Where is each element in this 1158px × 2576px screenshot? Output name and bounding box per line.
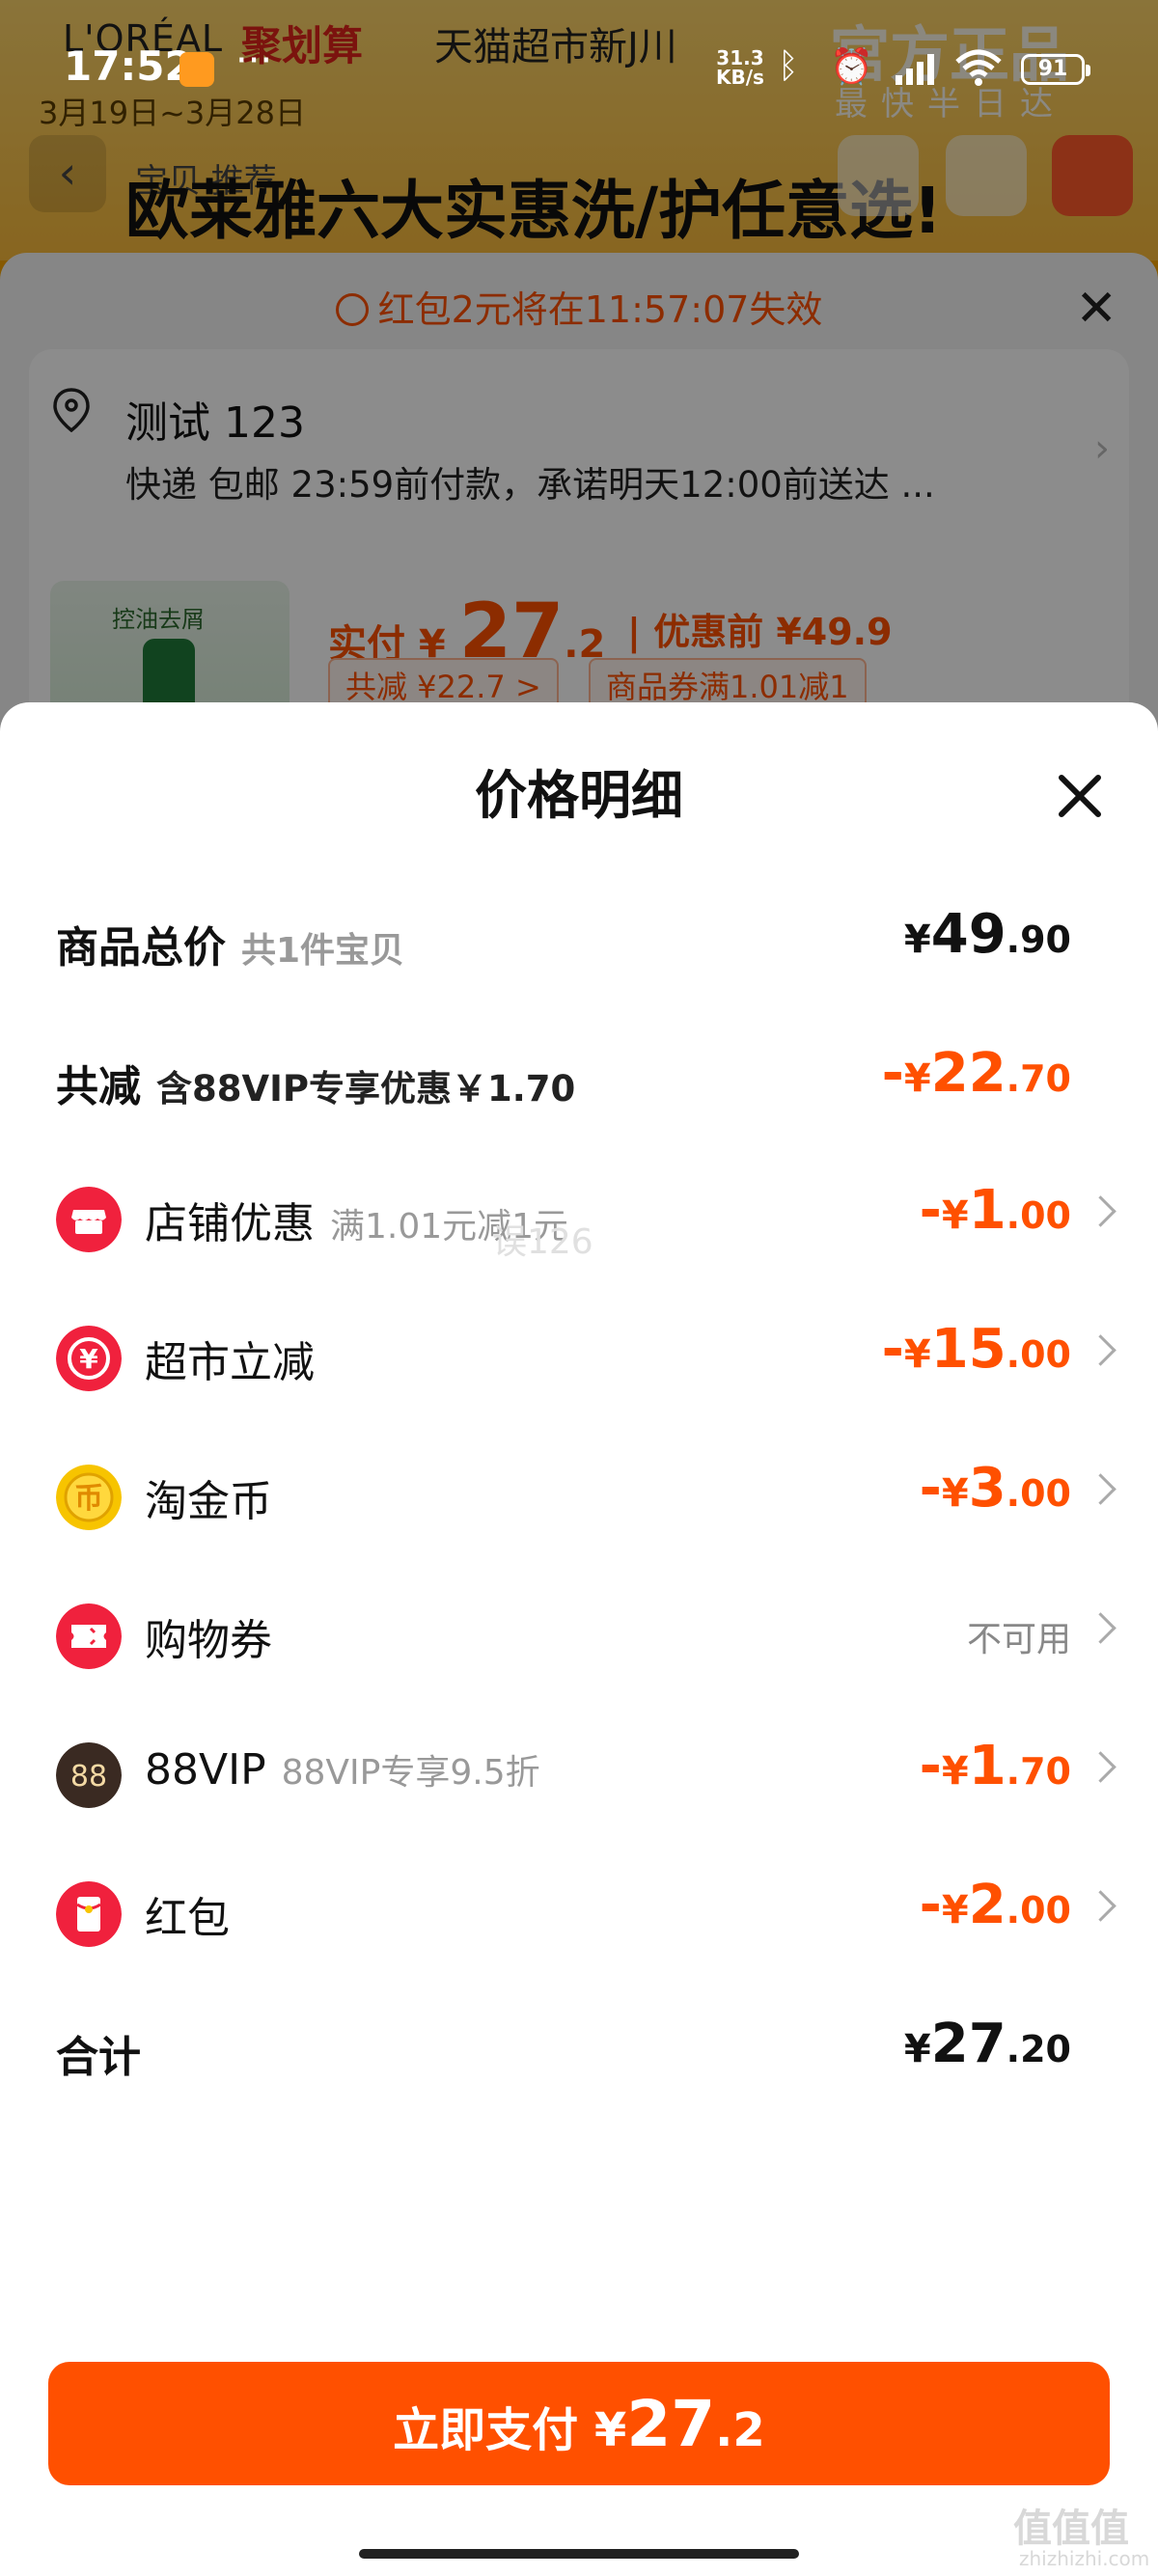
- pay-button-label: 立即支付 ¥27.2: [393, 2387, 765, 2461]
- close-icon[interactable]: [1054, 770, 1106, 822]
- pay-now-button[interactable]: 立即支付 ¥27.2: [48, 2362, 1110, 2485]
- svg-text:¥: ¥: [79, 1343, 98, 1375]
- row-supermarket-discount[interactable]: ¥ 超市立减 -¥15.00: [56, 1318, 1117, 1395]
- alarm-off-icon: ⏰: [830, 47, 873, 87]
- row-label: 红包: [145, 1894, 230, 1943]
- site-watermark-domain: zhizhizhi.com: [1019, 2547, 1150, 2570]
- ticket-icon: [56, 1603, 122, 1669]
- row-total-discount: 共减 含88VIP专享优惠￥1.70 -¥22.70: [56, 1042, 1108, 1119]
- row-amount: -¥3.00: [919, 1457, 1071, 1520]
- signal-icon: [896, 54, 934, 85]
- chevron-right-icon: [1085, 1473, 1117, 1505]
- row-label: 合计: [56, 2033, 141, 2082]
- row-88vip[interactable]: 88 88VIP 88VIP专享9.5折 -¥1.70: [56, 1735, 1117, 1812]
- svg-text:币: 币: [74, 1482, 103, 1516]
- row-amount: -¥15.00: [881, 1318, 1071, 1381]
- row-label: 超市立减: [145, 1338, 315, 1387]
- network-speed: 31.3 KB/s: [716, 46, 764, 89]
- clock-time: 17:52: [64, 42, 193, 90]
- row-grand-total: 合计 ¥27.20: [56, 2013, 1108, 2090]
- yuan-coin-icon: ¥: [56, 1326, 122, 1391]
- sheet-title: 价格明细: [475, 765, 683, 826]
- row-amount: ¥49.90: [903, 903, 1071, 966]
- row-taojinbi[interactable]: 币 淘金币 -¥3.00: [56, 1457, 1117, 1534]
- row-amount: ¥27.20: [903, 2013, 1071, 2075]
- chevron-right-icon: [1085, 1751, 1117, 1783]
- overlay-watermark-text: 误126: [492, 1222, 593, 1262]
- row-total-price: 商品总价 共1件宝贝 ¥49.90: [56, 903, 1108, 980]
- red-packet-icon: [56, 1881, 122, 1947]
- home-indicator[interactable]: [359, 2549, 799, 2559]
- chevron-right-icon: [1085, 1612, 1117, 1644]
- shop-icon: [56, 1187, 122, 1252]
- site-watermark: 值值值: [1013, 2507, 1129, 2551]
- gold-coin-icon: 币: [56, 1465, 122, 1530]
- status-bar: 17:52 ··· 31.3 KB/s ᛒ ⏰ 91: [0, 0, 1158, 116]
- chevron-right-icon: [1085, 1890, 1117, 1922]
- chevron-right-icon: [1085, 1195, 1117, 1227]
- row-amount: -¥1.00: [919, 1179, 1071, 1242]
- vip-88-icon: 88: [56, 1742, 122, 1808]
- row-amount: -¥22.70: [881, 1042, 1071, 1105]
- row-sub: 88VIP专享9.5折: [281, 1753, 540, 1793]
- wifi-icon: [955, 49, 1002, 86]
- row-label: 商品总价 共1件宝贝: [56, 923, 405, 973]
- chevron-right-icon: [1085, 1334, 1117, 1366]
- row-red-packet[interactable]: 红包 -¥2.00: [56, 1874, 1117, 1951]
- battery-icon: 91: [1021, 54, 1090, 85]
- price-detail-sheet: 价格明细 商品总价 共1件宝贝 ¥49.90 共减 含88VIP专享优惠￥1.70 …: [0, 702, 1158, 2576]
- row-label: 淘金币: [145, 1477, 272, 1526]
- row-label: 88VIP 88VIP专享9.5折: [145, 1745, 540, 1795]
- more-notifications-icon: ···: [235, 39, 273, 83]
- row-amount: -¥1.70: [919, 1735, 1071, 1797]
- row-label: 共减 含88VIP专享优惠￥1.70: [56, 1062, 576, 1111]
- svg-text:88: 88: [70, 1760, 107, 1794]
- row-shopping-voucher[interactable]: 购物券 不可用: [56, 1596, 1117, 1673]
- row-status: 不可用: [966, 1620, 1071, 1659]
- app-notification-icon: [179, 52, 214, 87]
- row-sub: 含88VIP专享优惠￥1.70: [156, 1068, 576, 1110]
- row-label: 购物券: [145, 1616, 272, 1665]
- bluetooth-icon: ᛒ: [778, 46, 799, 86]
- row-amount: -¥2.00: [919, 1874, 1071, 1936]
- row-sub: 共1件宝贝: [241, 931, 405, 971]
